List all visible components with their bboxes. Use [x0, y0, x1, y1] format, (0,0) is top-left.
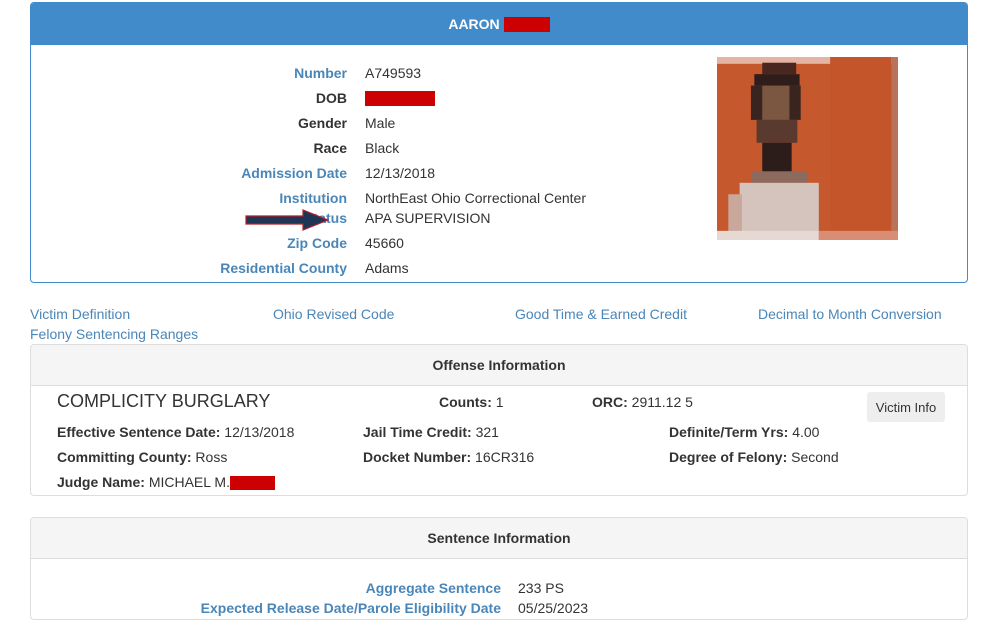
- orc-label: ORC:: [592, 394, 628, 410]
- field-label: Zip Code: [287, 235, 347, 251]
- degree-of-felony-field: Degree of Felony: Second: [669, 449, 839, 465]
- docket-number-label: Docket Number:: [363, 449, 472, 465]
- jail-time-credit-value: 321: [475, 424, 499, 440]
- field-value: 45660: [365, 235, 404, 251]
- victim-info-button[interactable]: Victim Info: [867, 392, 945, 422]
- expected-release-row: Expected Release Date/Parole Eligibility…: [31, 598, 931, 618]
- field-value: A749593: [365, 65, 422, 81]
- field-label: Institution: [279, 190, 347, 206]
- effective-sentence-date-field: Effective Sentence Date: 12/13/2018: [57, 424, 294, 440]
- field-value: Black: [365, 140, 400, 156]
- link-decimal-to-month-conversion[interactable]: Decimal to Month Conversion: [758, 306, 942, 322]
- committing-county-label: Committing County:: [57, 449, 192, 465]
- field-value: Adams: [365, 260, 409, 276]
- link-victim-definition[interactable]: Victim Definition: [30, 306, 130, 322]
- counts-field: Counts: 1: [439, 394, 504, 410]
- field-value: NorthEast Ohio Correctional Center: [365, 190, 586, 206]
- link-good-time-earned-credit[interactable]: Good Time & Earned Credit: [515, 306, 687, 322]
- judge-name-redaction: [229, 476, 275, 491]
- link-felony-sentencing-ranges[interactable]: Felony Sentencing Ranges: [30, 326, 198, 342]
- counts-value: 1: [495, 394, 504, 410]
- definite-term-field: Definite/Term Yrs: 4.00: [669, 424, 819, 440]
- field-label: Admission Date: [241, 165, 347, 181]
- field-label: Number: [294, 65, 347, 81]
- field-admission-date: Admission Date 12/13/2018: [31, 163, 681, 183]
- offense-information-panel: Offense Information COMPLICITY BURGLARY …: [30, 344, 968, 496]
- dob-redaction: [365, 91, 435, 107]
- orc-field: ORC: 2911.12 5: [592, 394, 693, 410]
- definite-term-value: 4.00: [792, 424, 820, 440]
- field-number: Number A749593: [31, 63, 681, 83]
- judge-name-field: Judge Name: MICHAEL M.: [57, 474, 275, 491]
- field-value: APA SUPERVISION: [365, 210, 491, 226]
- field-status: Status APA SUPERVISION: [31, 208, 681, 228]
- expected-release-label: Expected Release Date/Parole Eligibility…: [200, 600, 501, 616]
- docket-number-field: Docket Number: 16CR316: [363, 449, 534, 465]
- inmate-profile-panel: AARON Number A749593 DOB Gender Male Rac…: [30, 2, 968, 283]
- link-ohio-revised-code[interactable]: Ohio Revised Code: [273, 306, 394, 322]
- jail-time-credit-field: Jail Time Credit: 321: [363, 424, 499, 440]
- field-dob: DOB: [31, 88, 681, 108]
- field-institution: Institution NorthEast Ohio Correctional …: [31, 188, 681, 208]
- degree-of-felony-label: Degree of Felony:: [669, 449, 788, 465]
- degree-of-felony-value: Second: [791, 449, 839, 465]
- committing-county-value: Ross: [195, 449, 228, 465]
- field-label: Gender: [297, 115, 347, 131]
- field-value: [365, 90, 435, 107]
- offense-heading: Offense Information: [31, 345, 967, 386]
- field-race: Race Black: [31, 138, 681, 158]
- field-label: Race: [313, 140, 347, 156]
- judge-name-value: MICHAEL M.: [148, 474, 230, 490]
- field-label: Residential County: [220, 260, 347, 276]
- judge-name-label: Judge Name:: [57, 474, 145, 490]
- expected-release-value: 05/25/2023: [518, 600, 589, 616]
- name-redaction: [503, 16, 550, 32]
- field-label: DOB: [315, 90, 347, 106]
- field-residential-county: Residential County Adams: [31, 258, 681, 278]
- offense-title: COMPLICITY BURGLARY: [57, 391, 271, 411]
- docket-number-value: 16CR316: [475, 449, 535, 465]
- effective-sentence-date-value: 12/13/2018: [224, 424, 295, 440]
- aggregate-sentence-row: Aggregate Sentence 233 PS: [31, 578, 931, 598]
- effective-sentence-date-label: Effective Sentence Date:: [57, 424, 221, 440]
- aggregate-sentence-label: Aggregate Sentence: [365, 580, 501, 596]
- jail-time-credit-label: Jail Time Credit:: [363, 424, 472, 440]
- arrow-icon: [245, 209, 329, 231]
- committing-county-field: Committing County: Ross: [57, 449, 227, 465]
- definite-term-label: Definite/Term Yrs:: [669, 424, 789, 440]
- field-zip-code: Zip Code 45660: [31, 233, 681, 253]
- profile-header: AARON: [31, 3, 967, 45]
- field-value: 12/13/2018: [365, 165, 436, 181]
- sentence-heading: Sentence Information: [31, 518, 967, 559]
- counts-label: Counts:: [439, 394, 492, 410]
- field-gender: Gender Male: [31, 113, 681, 133]
- inmate-photo: [717, 57, 898, 240]
- field-value: Male: [365, 115, 396, 131]
- aggregate-sentence-value: 233 PS: [518, 580, 564, 596]
- orc-value: 2911.12 5: [631, 394, 693, 410]
- inmate-name: AARON: [448, 16, 500, 32]
- sentence-information-panel: Sentence Information Aggregate Sentence …: [30, 517, 968, 620]
